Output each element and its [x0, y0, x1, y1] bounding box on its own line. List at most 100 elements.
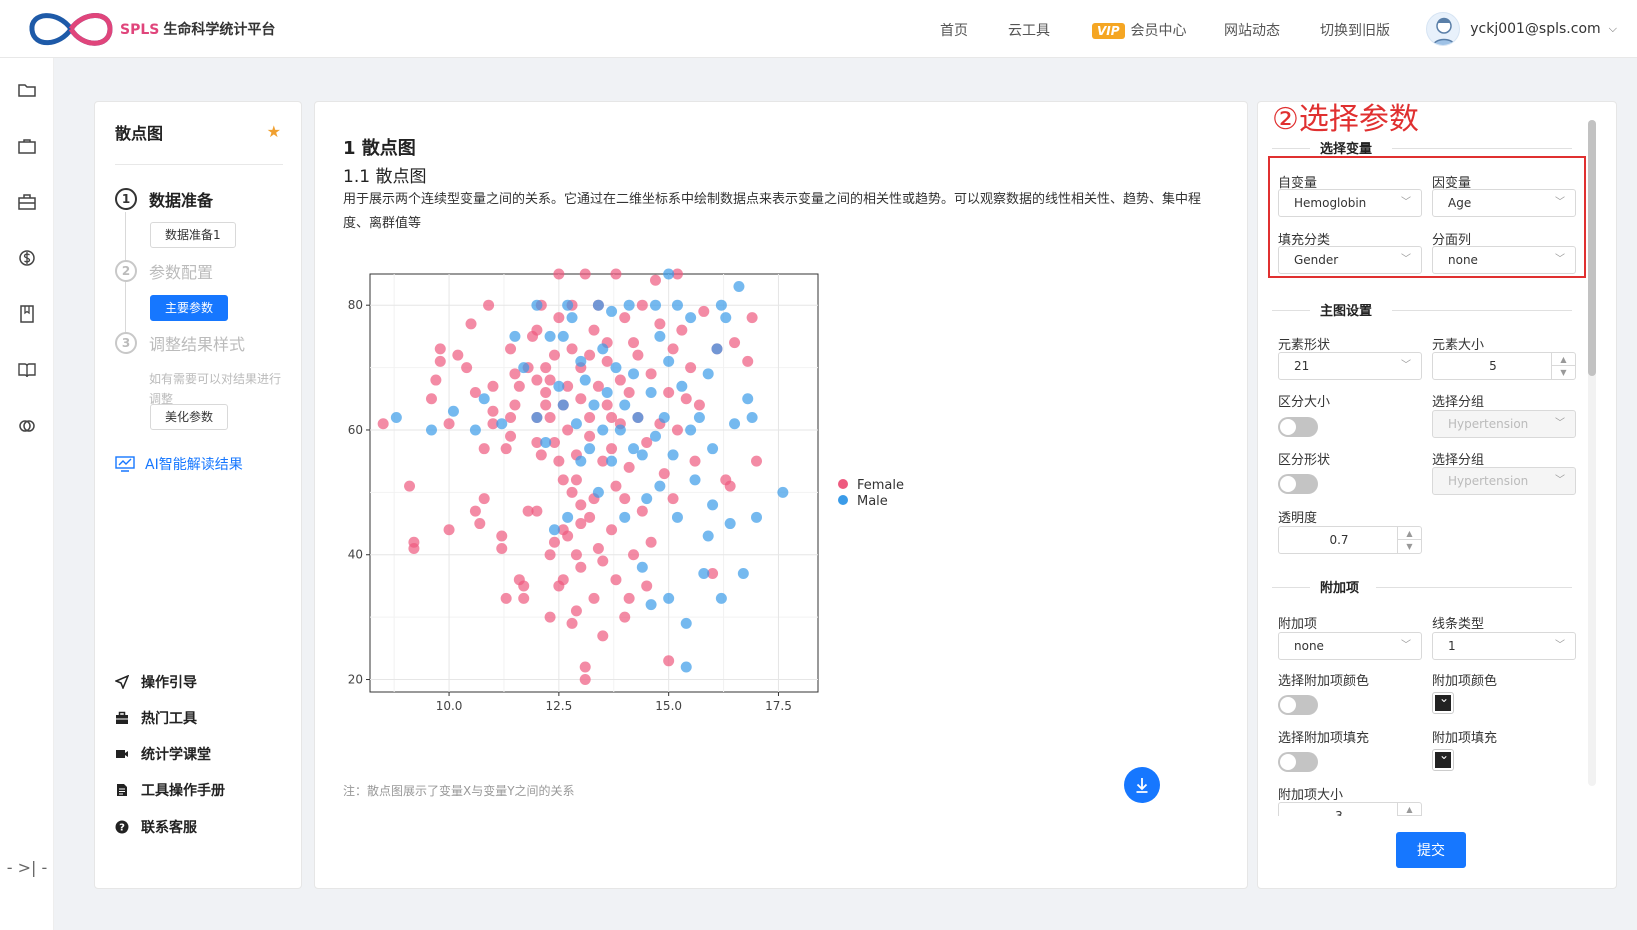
data-point-male: [676, 380, 688, 392]
fill-select[interactable]: Gender ﹀: [1278, 246, 1422, 274]
support-link[interactable]: ? 联系客服: [115, 817, 197, 837]
size-stepper[interactable]: 5 ▲ ▼: [1432, 352, 1576, 380]
steps-panel: 散点图 ★ 1 数据准备 数据准备1 2 参数配置 主要参数 3 调整结果样式 …: [94, 101, 302, 889]
alpha-stepper[interactable]: 0.7 ▲ ▼: [1278, 526, 1422, 554]
nav-old-version[interactable]: 切换到旧版: [1320, 20, 1390, 40]
infinity-logo-icon: [29, 13, 113, 46]
data-point-female: [693, 399, 705, 411]
step-2-label[interactable]: 参数配置: [149, 259, 213, 283]
shape-diff-toggle[interactable]: [1278, 474, 1318, 494]
collapse-sidebar-button[interactable]: - >| -: [4, 858, 50, 882]
data-point-female: [645, 536, 657, 548]
data-point-female: [505, 343, 517, 355]
question-circle-icon: ?: [115, 820, 129, 834]
chevron-down-icon: ﹀: [1401, 360, 1411, 371]
data-point-female: [575, 561, 587, 573]
data-point-male: [685, 312, 697, 324]
data-point-male: [619, 511, 631, 523]
data-point-male: [680, 661, 692, 673]
bookmark-book-icon[interactable]: [17, 304, 37, 324]
data-point-female: [623, 387, 635, 399]
data-point-female: [518, 592, 530, 604]
nav-vip-center[interactable]: VIP 会员中心: [1092, 20, 1187, 40]
stats-class-link[interactable]: 统计学课堂: [115, 744, 211, 764]
data-point-female: [610, 574, 622, 586]
data-point-male: [390, 411, 402, 423]
data-point-female: [500, 443, 512, 455]
svg-text:?: ?: [119, 823, 125, 834]
manual-link[interactable]: 工具操作手册: [115, 780, 225, 800]
chart-monitor-icon: [115, 456, 135, 472]
favorite-star-icon[interactable]: ★: [267, 122, 281, 141]
ai-interpret-link[interactable]: AI智能解读结果: [115, 454, 243, 474]
data-point-male: [447, 405, 459, 417]
main-params-button[interactable]: 主要参数: [150, 295, 229, 321]
step-1-label[interactable]: 数据准备: [149, 187, 213, 211]
addon-fill-select-label: 选择附加项填充: [1278, 731, 1370, 746]
chevron-down-icon: ﹀: [1555, 475, 1565, 486]
data-point-male: [671, 511, 683, 523]
nav-site-news[interactable]: 网站动态: [1224, 20, 1280, 40]
nav-cloud-tools[interactable]: 云工具: [1008, 20, 1050, 40]
link-icon[interactable]: [17, 416, 37, 436]
data-point-male: [469, 424, 481, 436]
data-point-male: [636, 449, 648, 461]
data-prep-1-button[interactable]: 数据准备1: [150, 222, 236, 248]
chart-note: 注：散点图展示了变量X与变量Y之间的关系: [343, 784, 575, 798]
user-menu[interactable]: yckj001@spls.com ⌵: [1426, 12, 1617, 46]
data-point-male: [606, 305, 618, 317]
data-point-female: [548, 349, 560, 361]
folder-icon[interactable]: [17, 80, 37, 100]
step-3-label[interactable]: 调整结果样式: [149, 331, 245, 355]
data-point-male: [689, 474, 701, 486]
size-diff-label: 区分大小: [1278, 395, 1331, 410]
scrollbar-thumb[interactable]: [1588, 120, 1596, 376]
shape-select[interactable]: 21 ﹀: [1278, 352, 1422, 380]
data-point-female: [658, 468, 670, 480]
addon-fill-toggle[interactable]: [1278, 752, 1318, 772]
chevron-down-icon: ⌵: [1608, 22, 1617, 35]
open-book-icon[interactable]: [17, 360, 37, 380]
data-point-male: [540, 436, 552, 448]
nav-home[interactable]: 首页: [940, 20, 968, 40]
briefcase-icon[interactable]: [17, 136, 37, 156]
facet-select[interactable]: none ﹀: [1432, 246, 1576, 274]
data-point-female: [570, 605, 582, 617]
guide-link[interactable]: 操作引导: [115, 672, 197, 692]
chevron-down-icon: ▼: [1406, 542, 1413, 551]
addon-color-toggle[interactable]: [1278, 695, 1318, 715]
data-point-male: [720, 312, 732, 324]
data-point-male: [663, 355, 675, 367]
x-var-select[interactable]: Hemoglobin ﹀: [1278, 189, 1422, 217]
scatter-chart: 10.0 12.5 15.0 17.5 20 40 60 80 FemaleMale: [348, 268, 904, 713]
addon-select[interactable]: none ﹀: [1278, 632, 1422, 660]
divider: [115, 164, 283, 165]
addon-color-picker[interactable]: [1432, 691, 1454, 714]
data-point-male: [715, 592, 727, 604]
size-diff-toggle[interactable]: [1278, 417, 1318, 437]
data-point-female: [474, 518, 486, 530]
line-type-select[interactable]: 1 ﹀: [1432, 632, 1576, 660]
data-point-male: [531, 299, 543, 311]
data-point-female: [667, 493, 679, 505]
data-point-female: [676, 324, 688, 336]
beautify-params-button[interactable]: 美化参数: [150, 404, 229, 430]
result-description: 用于展示两个连续型变量之间的关系。它通过在二维坐标系中绘制数据点来表示变量之间的…: [343, 192, 1202, 231]
y-var-select[interactable]: Age ﹀: [1432, 189, 1576, 217]
shape-group-select[interactable]: Hypertension ﹀: [1432, 467, 1576, 495]
data-point-female: [443, 418, 455, 430]
data-point-female: [751, 455, 763, 467]
logo[interactable]: SPLS 生命科学统计平台: [28, 8, 275, 50]
data-point-female: [570, 474, 582, 486]
dollar-icon[interactable]: [17, 248, 37, 268]
hot-tools-link[interactable]: 热门工具: [115, 708, 197, 728]
toolbox-icon[interactable]: [17, 192, 37, 212]
data-point-female: [531, 374, 543, 386]
data-point-female: [566, 343, 578, 355]
size-group-select[interactable]: Hypertension ﹀: [1432, 410, 1576, 438]
data-point-female: [628, 549, 640, 561]
data-point-female: [496, 530, 508, 542]
download-button[interactable]: [1124, 767, 1160, 803]
submit-button[interactable]: 提交: [1396, 832, 1466, 868]
addon-fill-picker[interactable]: [1432, 748, 1454, 771]
